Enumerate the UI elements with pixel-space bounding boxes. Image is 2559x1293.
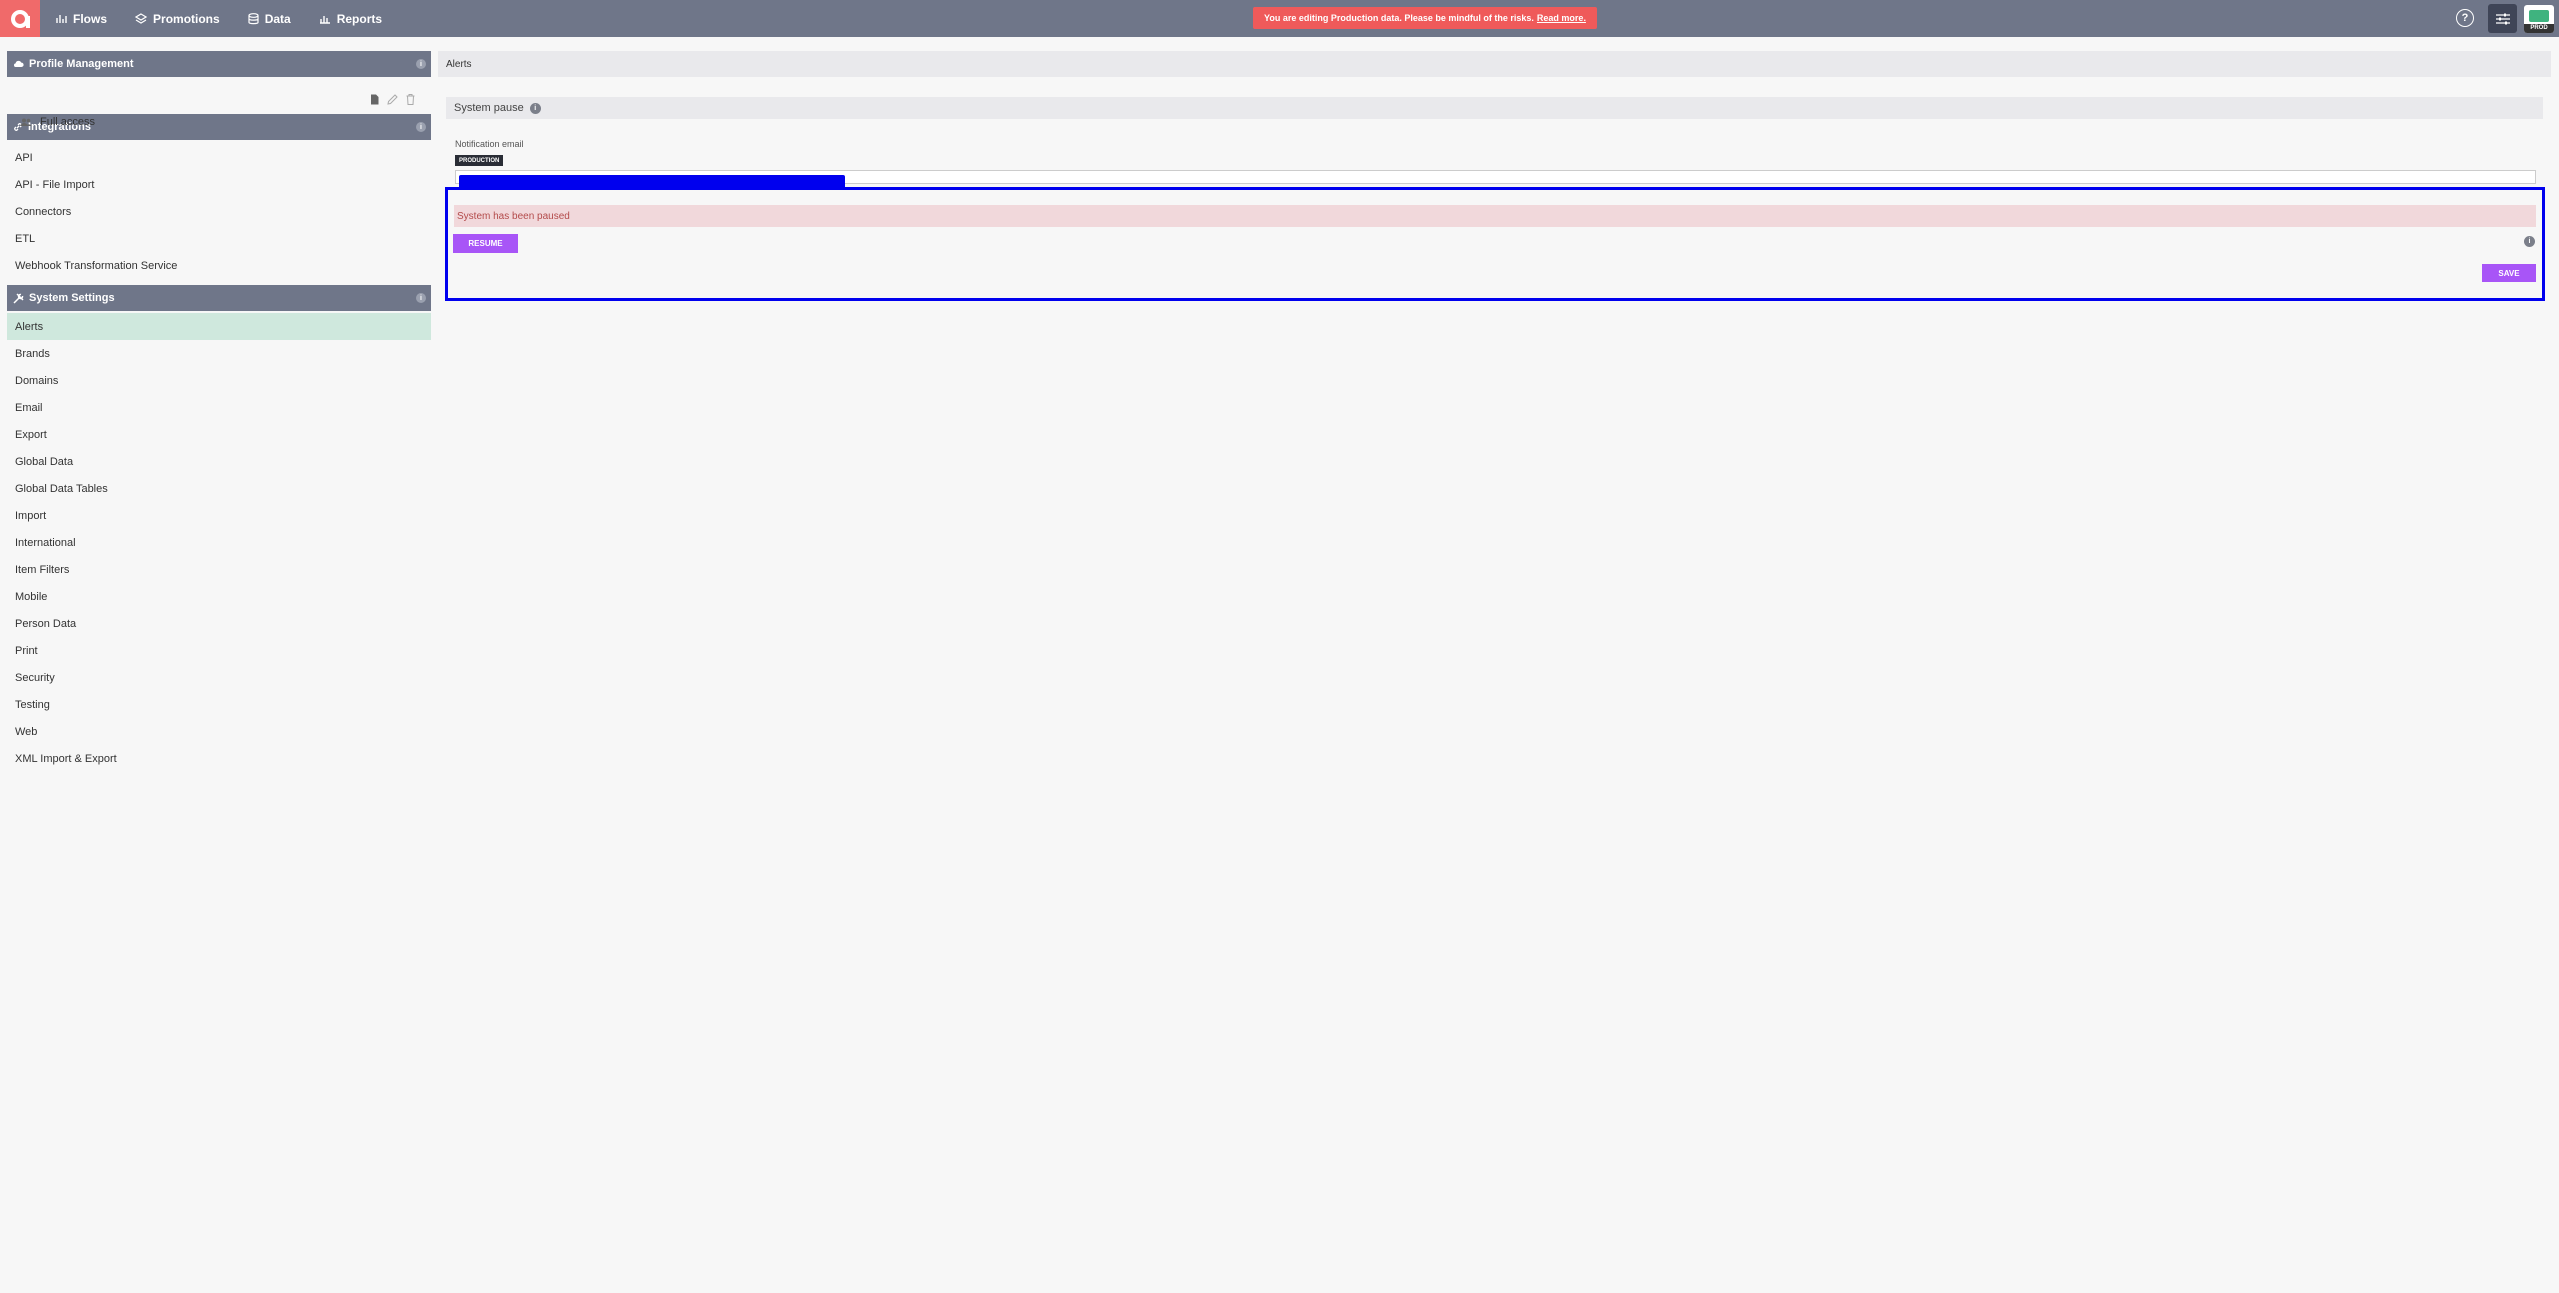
sidebar: Profile Management i Integrations i API …	[7, 51, 431, 772]
banner-text: You are editing Production data. Please …	[1264, 13, 1534, 23]
cloud-icon	[13, 60, 24, 68]
nav-item-reports[interactable]: Reports	[319, 12, 382, 26]
logo-icon	[11, 9, 30, 28]
system-settings-list: Alerts Brands Domains Email Export Globa…	[7, 311, 431, 772]
sidebar-item-testing[interactable]: Testing	[7, 691, 431, 718]
environment-icon	[2529, 10, 2549, 22]
full-access-label: Full access	[40, 116, 96, 128]
sidebar-item-mobile[interactable]: Mobile	[7, 583, 431, 610]
info-icon[interactable]: i	[416, 59, 426, 69]
sidebar-item-xml-import-export[interactable]: XML Import & Export	[7, 745, 431, 772]
settings-button[interactable]	[2488, 4, 2517, 33]
group-icon	[20, 118, 32, 126]
page-title: Alerts	[446, 58, 472, 70]
section-header-system-settings[interactable]: System Settings i	[7, 285, 431, 311]
sidebar-item-global-data-tables[interactable]: Global Data Tables	[7, 475, 431, 502]
trash-icon[interactable]	[406, 94, 415, 105]
question-mark-icon: ?	[2461, 12, 2469, 24]
section-title: Profile Management	[29, 58, 134, 70]
sidebar-item-web[interactable]: Web	[7, 718, 431, 745]
notification-email-label: Notification email	[455, 139, 524, 149]
flows-icon	[56, 15, 67, 23]
production-tag: PRODUCTION	[455, 155, 504, 166]
save-button[interactable]: SAVE	[2482, 264, 2536, 282]
nav-item-data[interactable]: Data	[248, 12, 291, 26]
app-logo[interactable]	[0, 0, 40, 37]
nav-item-label: Flows	[73, 11, 108, 26]
info-icon[interactable]: i	[416, 122, 426, 132]
info-icon[interactable]: i	[416, 293, 426, 303]
sliders-icon	[2495, 13, 2510, 24]
sidebar-item-print[interactable]: Print	[7, 637, 431, 664]
sidebar-item-international[interactable]: International	[7, 529, 431, 556]
sidebar-item-global-data[interactable]: Global Data	[7, 448, 431, 475]
sidebar-item-email[interactable]: Email	[7, 394, 431, 421]
nav-item-label: Reports	[336, 11, 383, 26]
nav-item-promotions[interactable]: Promotions	[135, 12, 220, 26]
sidebar-item-alerts[interactable]: Alerts	[7, 313, 431, 340]
system-paused-alert: System has been paused	[454, 205, 2536, 227]
sidebar-item-import[interactable]: Import	[7, 502, 431, 529]
data-icon	[248, 12, 259, 24]
sidebar-item-item-filters[interactable]: Item Filters	[7, 556, 431, 583]
production-warning-banner: You are editing Production data. Please …	[1253, 7, 1597, 29]
help-button[interactable]: ?	[2456, 9, 2474, 27]
read-more-link[interactable]: Read more.	[1537, 13, 1586, 23]
environment-badge[interactable]: PROD	[2524, 5, 2554, 33]
document-icon[interactable]	[370, 94, 379, 105]
sidebar-item-webhook-transformation-service[interactable]: Webhook Transformation Service	[7, 252, 431, 279]
section-title: System Settings	[29, 292, 115, 304]
profile-management-body	[7, 77, 431, 114]
main-nav: Flows Promotions Data Reports	[56, 0, 410, 37]
nav-item-label: Promotions	[153, 11, 220, 26]
nav-item-flows[interactable]: Flows	[56, 12, 107, 26]
sidebar-item-export[interactable]: Export	[7, 421, 431, 448]
section-header-profile-management[interactable]: Profile Management i	[7, 51, 431, 77]
sidebar-item-api[interactable]: API	[7, 144, 431, 171]
system-pause-section-header: System pause i	[446, 97, 2543, 119]
tools-icon	[13, 292, 24, 304]
sidebar-item-person-data[interactable]: Person Data	[7, 610, 431, 637]
promotions-icon	[135, 12, 148, 24]
reports-icon	[319, 16, 330, 24]
environment-label: PROD	[2524, 24, 2554, 33]
sidebar-item-api-file-import[interactable]: API - File Import	[7, 171, 431, 198]
sidebar-item-etl[interactable]: ETL	[7, 225, 431, 252]
resume-button[interactable]: RESUME	[453, 234, 518, 253]
top-navigation-bar: Flows Promotions Data Reports You are ed…	[0, 0, 2559, 37]
sidebar-item-brands[interactable]: Brands	[7, 340, 431, 367]
edit-icon[interactable]	[387, 94, 398, 105]
sidebar-item-connectors[interactable]: Connectors	[7, 198, 431, 225]
info-icon[interactable]: i	[2524, 236, 2535, 247]
page-title-bar: Alerts	[438, 51, 2551, 77]
system-pause-label: System pause	[454, 102, 524, 114]
full-access-item[interactable]: Full access	[20, 116, 95, 128]
integrations-list: API API - File Import Connectors ETL Web…	[7, 140, 431, 285]
paused-message: System has been paused	[457, 210, 570, 222]
sidebar-item-security[interactable]: Security	[7, 664, 431, 691]
info-icon[interactable]: i	[529, 102, 541, 114]
sidebar-item-domains[interactable]: Domains	[7, 367, 431, 394]
nav-item-label: Data	[264, 11, 291, 26]
